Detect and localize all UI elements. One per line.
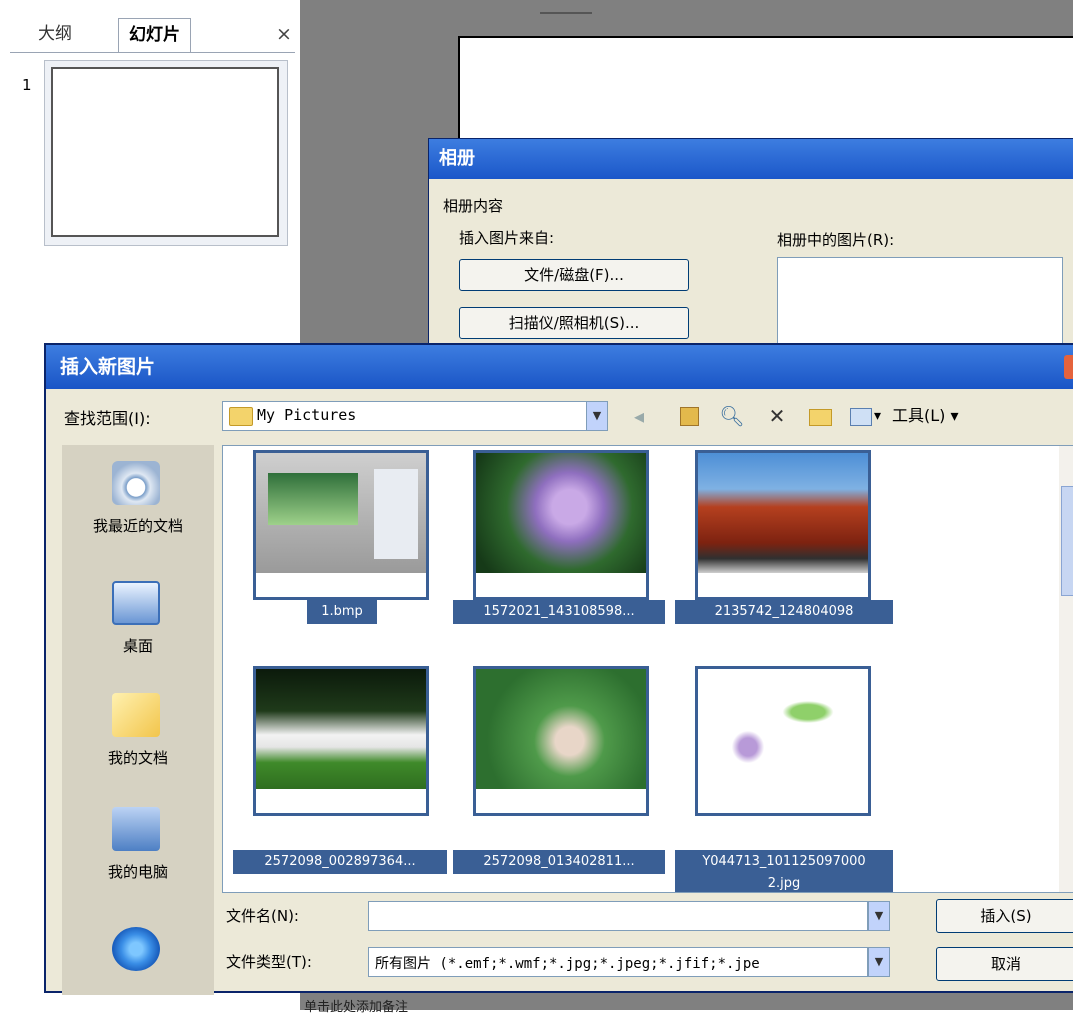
network-places-icon [112, 927, 160, 971]
file-name[interactable]: 2135742_124804098 [675, 600, 893, 624]
filetype-combo[interactable]: 所有图片 (*.emf;*.wmf;*.jpg;*.jpeg;*.jfif;*.… [368, 947, 868, 977]
filetype-label: 文件类型(T): [226, 953, 312, 971]
thumb-inner [268, 473, 358, 525]
file-thumbnail[interactable] [473, 666, 649, 816]
file-thumbnail[interactable] [695, 666, 871, 816]
place-label: 我的文档 [107, 749, 168, 767]
places-bar: 我最近的文档 桌面 我的文档 我的电脑 [62, 445, 214, 995]
new-folder-icon[interactable] [806, 403, 832, 429]
screenshot-thumbnail [256, 453, 426, 573]
purple-flower-thumbnail [476, 453, 646, 573]
filetype-value: 所有图片 (*.emf;*.wmf;*.jpg;*.jpeg;*.jfif;*.… [375, 956, 760, 972]
recent-documents-icon [112, 461, 160, 505]
look-in-value: My Pictures [257, 406, 357, 424]
help-icon[interactable] [1064, 355, 1073, 379]
file-view: 1.bmp 1572021_143108598... 2135742_12480… [222, 445, 1073, 893]
dancer-thumbnail [256, 669, 426, 789]
my-computer-icon [112, 807, 160, 851]
insert-button[interactable]: 插入(S) [936, 899, 1073, 933]
tab-slides[interactable]: 幻灯片 [118, 18, 191, 52]
place-label: 桌面 [122, 637, 153, 655]
album-dialog-title[interactable]: 相册 [429, 139, 1073, 179]
views-shape [850, 408, 872, 426]
red-tree-thumbnail [698, 453, 868, 573]
file-thumbnail[interactable] [473, 450, 649, 600]
close-icon[interactable]: × [272, 20, 296, 48]
back-icon[interactable]: ◂ [626, 403, 652, 429]
cancel-button[interactable]: 取消 [936, 947, 1073, 981]
file-thumbnail[interactable] [253, 450, 429, 600]
slide-thumbnail[interactable] [44, 60, 288, 246]
views-icon[interactable]: ▾ [846, 403, 886, 429]
desktop-icon [112, 581, 160, 625]
vine-drawing-thumbnail [698, 669, 868, 789]
place-label: 我的电脑 [107, 863, 168, 881]
file-name[interactable]: 2572098_002897364... [233, 850, 447, 874]
up-folder-icon[interactable] [676, 403, 702, 429]
tools-label: 工具(L) [892, 406, 946, 425]
insert-from-label: 插入图片来自: [459, 229, 555, 247]
chevron-down-icon[interactable]: ▼ [868, 947, 890, 977]
tools-menu[interactable]: 工具(L) ▾ [892, 403, 959, 429]
scrollbar-thumb[interactable] [1061, 486, 1073, 596]
filename-label: 文件名(N): [226, 907, 299, 925]
file-name[interactable]: 2572098_013402811... [453, 850, 665, 874]
file-name-line2[interactable]: 2.jpg [675, 872, 893, 892]
folder-icon [229, 407, 253, 426]
ruler-marker [540, 0, 592, 14]
tab-outline[interactable]: 大纲 [28, 18, 82, 51]
file-name[interactable]: Y044713_101125097000 [675, 850, 893, 874]
lotus-girl-thumbnail [476, 669, 646, 789]
scanner-camera-button[interactable]: 扫描仪/照相机(S)... [459, 307, 689, 339]
look-in-label: 查找范围(I): [64, 409, 151, 428]
leaf-shape [778, 699, 838, 725]
up-folder-shape [680, 407, 699, 426]
dialog-title[interactable]: 插入新图片 [46, 345, 1073, 389]
chevron-down-icon[interactable]: ▼ [586, 401, 608, 431]
new-folder-shape [809, 409, 832, 426]
album-pictures-label: 相册中的图片(R): [777, 231, 895, 249]
search-icon[interactable]: 🔍︎ [718, 403, 746, 429]
vertical-scrollbar[interactable] [1059, 446, 1073, 892]
file-name[interactable]: 1.bmp [307, 600, 377, 624]
pane-tab-bar: 大纲 幻灯片 × [10, 18, 295, 53]
file-name[interactable]: 1572021_143108598... [453, 600, 665, 624]
slide-number: 1 [22, 76, 32, 94]
insert-picture-dialog: 插入新图片 查找范围(I): My Pictures ▼ ◂ 🔍︎ ✕ ▾ 工具… [44, 343, 1073, 995]
thumb-inner [374, 469, 418, 559]
delete-icon[interactable]: ✕ [764, 403, 790, 429]
look-in-combo[interactable]: My Pictures [222, 401, 590, 431]
file-thumbnail[interactable] [253, 666, 429, 816]
file-thumbnail[interactable] [695, 450, 871, 600]
slide-thumbnail-page [51, 67, 279, 237]
photo-album-dialog: 相册 相册内容 插入图片来自: 文件/磁盘(F)... 扫描仪/照相机(S)..… [428, 138, 1073, 371]
notes-placeholder[interactable]: 单击此处添加备注 [304, 996, 408, 1015]
chevron-down-icon[interactable]: ▼ [868, 901, 890, 931]
place-label: 我最近的文档 [92, 517, 183, 535]
my-documents-icon [112, 693, 160, 737]
filename-input[interactable] [368, 901, 868, 931]
file-disk-button[interactable]: 文件/磁盘(F)... [459, 259, 689, 291]
flower-shape [728, 717, 768, 777]
album-content-label: 相册内容 [443, 197, 504, 215]
